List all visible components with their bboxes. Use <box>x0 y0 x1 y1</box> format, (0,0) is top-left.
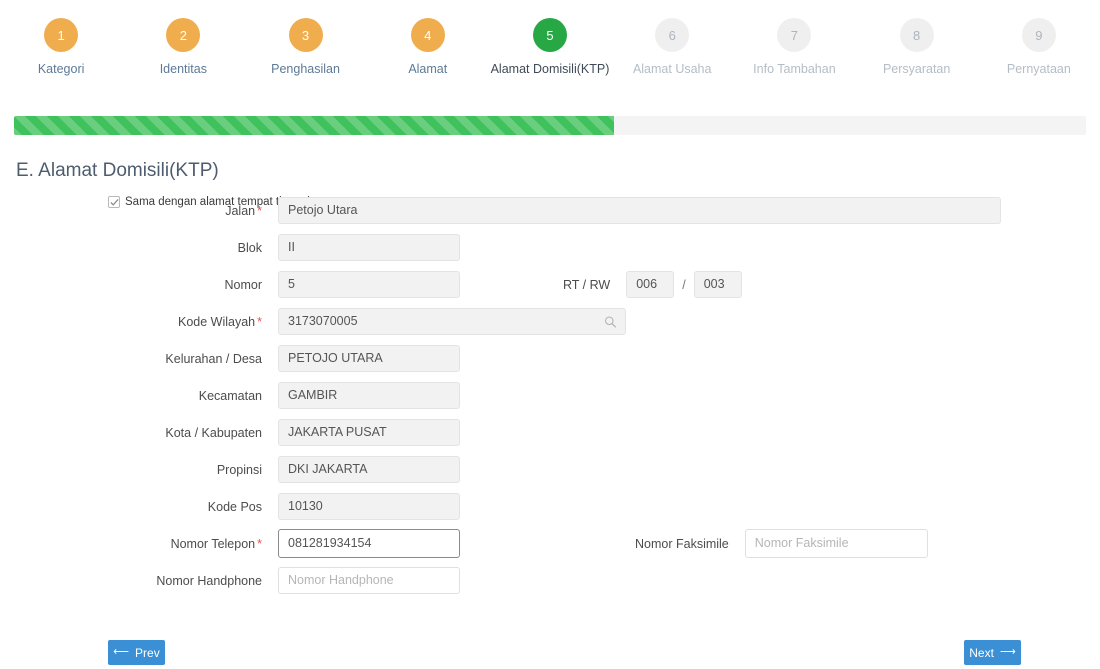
telepon-label: Nomor Telepon * <box>170 536 262 551</box>
step-1-kategori[interactable]: 1 Kategori <box>0 18 122 104</box>
field-row-blok: Blok II <box>0 229 1100 266</box>
field-row-handphone: Nomor Handphone Nomor Handphone <box>0 562 1100 599</box>
kota-input[interactable]: JAKARTA PUSAT <box>278 419 460 446</box>
step-7-label: Info Tambahan <box>753 62 836 76</box>
blok-label: Blok <box>237 240 262 255</box>
required-marker: * <box>257 314 262 329</box>
step-8-number: 8 <box>899 18 934 52</box>
step-9-number: 9 <box>1021 18 1056 52</box>
progress-bar-fill <box>14 116 615 135</box>
step-4-label: Alamat <box>408 62 448 76</box>
jalan-input[interactable]: Petojo Utara <box>278 197 1001 224</box>
kota-label: Kota / Kabupaten <box>165 425 262 440</box>
field-row-kode-pos: Kode Pos 10130 <box>0 488 1100 525</box>
telepon-input[interactable]: 081281934154 <box>278 529 460 558</box>
step-2-identitas[interactable]: 2 Identitas <box>122 18 244 104</box>
required-marker: * <box>257 536 262 551</box>
step-2-label: Identitas <box>159 62 207 76</box>
field-row-kode-wilayah: Kode Wilayah * 3173070005 <box>0 303 1100 340</box>
step-1-number: 1 <box>44 18 79 52</box>
required-marker: * <box>257 203 262 218</box>
step-9-label: Pernyataan <box>1006 62 1071 76</box>
next-button-label: Next <box>969 645 994 660</box>
field-row-nomor: Nomor 5 RT / RW 006 / 003 <box>0 266 1100 303</box>
field-row-telepon: Nomor Telepon * 081281934154 Nomor Faksim… <box>0 525 1100 562</box>
search-icon[interactable] <box>604 315 617 328</box>
step-8-label: Persyaratan <box>882 62 951 76</box>
step-2-number: 2 <box>166 18 201 52</box>
prev-button-label: Prev <box>135 645 160 660</box>
rtrw-label: RT / RW <box>563 277 611 292</box>
blok-input[interactable]: II <box>278 234 460 261</box>
nomor-label: Nomor <box>224 277 262 292</box>
kecamatan-label: Kecamatan <box>198 388 262 403</box>
progress-bar-track <box>14 116 1086 135</box>
faksimile-input[interactable]: Nomor Faksimile <box>744 529 928 558</box>
kode-wilayah-label: Kode Wilayah * <box>178 314 262 329</box>
step-4-alamat[interactable]: 4 Alamat <box>367 18 489 104</box>
kode-wilayah-input[interactable]: 3173070005 <box>278 308 626 335</box>
address-form: Jalan * Petojo Utara Blok II Nomor 5 RT /… <box>0 192 1100 599</box>
rw-input[interactable]: 003 <box>693 271 742 298</box>
kecamatan-input[interactable]: GAMBIR <box>278 382 460 409</box>
step-3-label: Penghasilan <box>271 62 340 76</box>
arrow-right-icon: ⟶ <box>999 646 1016 658</box>
step-5-label: Alamat Domisili(KTP) <box>490 62 610 76</box>
step-9-pernyataan[interactable]: 9 Pernyataan <box>978 18 1100 104</box>
step-7-info-tambahan[interactable]: 7 Info Tambahan <box>733 18 855 104</box>
rt-input[interactable]: 006 <box>626 271 675 298</box>
kode-pos-label: Kode Pos <box>207 499 262 514</box>
jalan-label: Jalan * <box>225 203 262 218</box>
wizard-stepper: 1 Kategori 2 Identitas 3 Penghasilan 4 A… <box>0 0 1100 104</box>
nomor-input[interactable]: 5 <box>278 271 460 298</box>
step-5-number: 5 <box>532 18 567 52</box>
step-6-number: 6 <box>655 18 690 52</box>
step-1-label: Kategori <box>37 62 85 76</box>
prev-button[interactable]: ⟵ Prev <box>108 640 165 665</box>
arrow-left-icon: ⟵ <box>113 646 130 658</box>
propinsi-label: Propinsi <box>216 462 262 477</box>
field-row-kota: Kota / Kabupaten JAKARTA PUSAT <box>0 414 1100 451</box>
field-row-kelurahan: Kelurahan / Desa PETOJO UTARA <box>0 340 1100 377</box>
kelurahan-label: Kelurahan / Desa <box>165 351 262 366</box>
step-6-alamat-usaha[interactable]: 6 Alamat Usaha <box>611 18 733 104</box>
field-row-propinsi: Propinsi DKI JAKARTA <box>0 451 1100 488</box>
handphone-input[interactable]: Nomor Handphone <box>278 567 460 594</box>
handphone-label: Nomor Handphone <box>156 573 262 588</box>
kode-wilayah-value: 3173070005 <box>288 314 358 328</box>
registration-wizard-page: 1 Kategori 2 Identitas 3 Penghasilan 4 A… <box>0 0 1100 669</box>
step-3-number: 3 <box>288 18 323 52</box>
step-5-alamat-domisili[interactable]: 5 Alamat Domisili(KTP) <box>489 18 611 104</box>
step-4-number: 4 <box>410 18 445 52</box>
field-row-kecamatan: Kecamatan GAMBIR <box>0 377 1100 414</box>
step-8-persyaratan[interactable]: 8 Persyaratan <box>856 18 978 104</box>
propinsi-input[interactable]: DKI JAKARTA <box>278 456 460 483</box>
step-6-label: Alamat Usaha <box>632 62 712 76</box>
step-3-penghasilan[interactable]: 3 Penghasilan <box>244 18 366 104</box>
kode-pos-input[interactable]: 10130 <box>278 493 460 520</box>
step-7-number: 7 <box>777 18 812 52</box>
next-button[interactable]: Next ⟶ <box>964 640 1021 665</box>
kelurahan-input[interactable]: PETOJO UTARA <box>278 345 460 372</box>
page-title: E. Alamat Domisili(KTP) <box>16 160 219 181</box>
faksimile-label: Nomor Faksimile <box>635 536 729 551</box>
rtrw-group: RT / RW 006 / 003 <box>460 271 742 298</box>
field-row-jalan: Jalan * Petojo Utara <box>0 192 1100 229</box>
rtrw-separator: / <box>682 277 686 292</box>
